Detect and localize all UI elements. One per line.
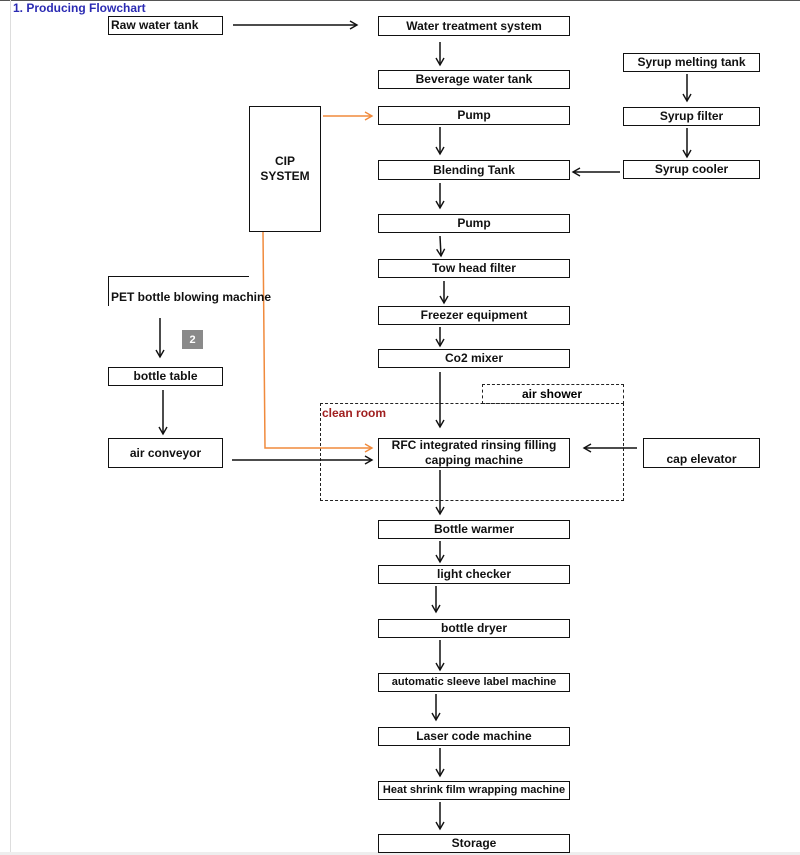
tow-head-filter-box: Tow head filter [378,259,570,278]
pet-bottle-blowing-machine-box: PET bottle blowing machine [108,276,271,306]
raw-water-tank-box: Raw water tank [108,16,223,35]
syrup-filter-box: Syrup filter [623,107,760,126]
cap-elevator-box: cap elevator [643,438,760,468]
syrup-cooler-box: Syrup cooler [623,160,760,179]
beverage-water-tank-box: Beverage water tank [378,70,570,89]
pump-2-box: Pump [378,214,570,233]
co2-mixer-box: Co2 mixer [378,349,570,368]
syrup-melting-tank-box: Syrup melting tank [623,53,760,72]
bottle-dryer-box: bottle dryer [378,619,570,638]
laser-code-machine-box: Laser code machine [378,727,570,746]
freezer-equipment-box: Freezer equipment [378,306,570,325]
cip-system-box: CIP SYSTEM [249,106,321,232]
rfc-machine-box: RFC integrated rinsing filling capping m… [378,438,570,468]
water-treatment-box: Water treatment system [378,16,570,36]
page-badge: 2 [182,330,203,349]
arrow-cip-to-rfc [262,231,374,453]
light-checker-box: light checker [378,565,570,584]
bottle-warmer-box: Bottle warmer [378,520,570,539]
pump-box: Pump [378,106,570,125]
blending-tank-box: Blending Tank [378,160,570,180]
bottle-table-box: bottle table [108,367,223,386]
heat-shrink-machine-box: Heat shrink film wrapping machine [378,781,570,800]
storage-box: Storage [378,834,570,853]
air-conveyor-box: air conveyor [108,438,223,468]
arrow-main-4 [436,235,446,258]
sleeve-label-machine-box: automatic sleeve label machine [378,673,570,692]
